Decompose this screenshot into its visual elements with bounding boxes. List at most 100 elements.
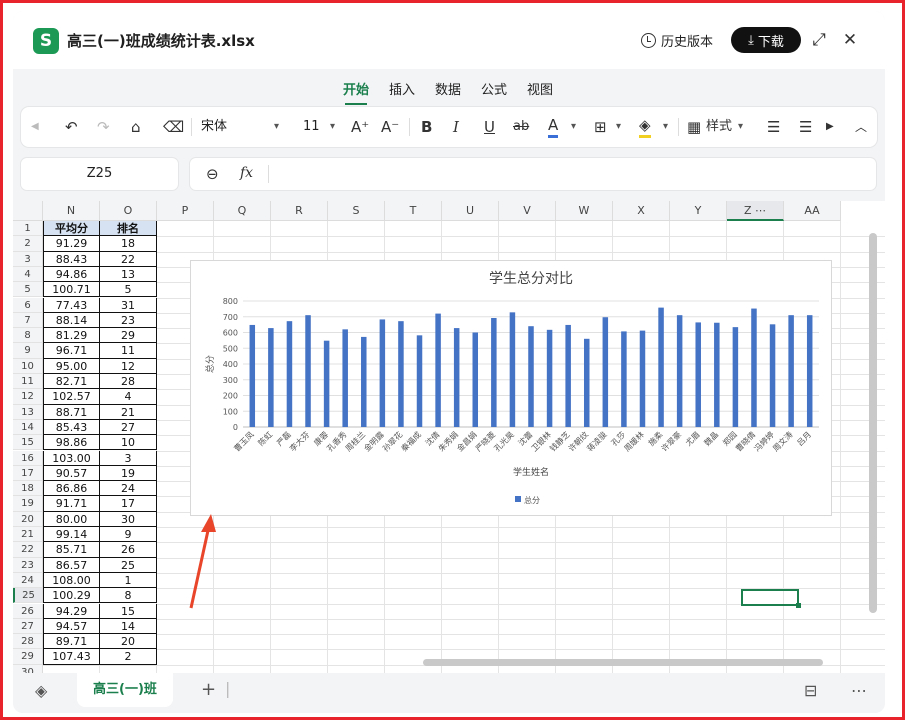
table-cell[interactable]: 17 bbox=[100, 496, 157, 512]
table-cell[interactable]: 28 bbox=[100, 374, 157, 390]
row-header-28[interactable]: 28 bbox=[13, 634, 43, 650]
table-cell[interactable]: 3 bbox=[100, 450, 157, 466]
formula-bar[interactable]: ⊖ fx bbox=[190, 158, 876, 190]
table-cell[interactable]: 9 bbox=[100, 527, 157, 543]
table-cell[interactable]: 27 bbox=[100, 419, 157, 436]
chevron-down-icon[interactable]: ▾ bbox=[663, 116, 668, 138]
row-header-2[interactable]: 2 bbox=[13, 236, 43, 252]
chevron-down-icon[interactable]: ▾ bbox=[616, 116, 621, 138]
table-cell[interactable]: 94.57 bbox=[43, 618, 100, 635]
row-header-11[interactable]: 11 bbox=[13, 374, 43, 390]
fx-icon[interactable]: fx bbox=[240, 165, 253, 181]
sheet-tab-active[interactable]: 高三(一)班 bbox=[77, 673, 173, 707]
table-cell[interactable]: 20 bbox=[100, 634, 157, 650]
column-header-r[interactable]: R bbox=[271, 201, 328, 221]
search-formula-icon[interactable]: ⊖ bbox=[206, 165, 219, 183]
tab-start[interactable]: 开始 bbox=[343, 79, 369, 105]
row-header-30[interactable]: 30 bbox=[13, 664, 43, 673]
table-cell[interactable]: 31 bbox=[100, 297, 157, 313]
table-cell[interactable]: 95.00 bbox=[43, 358, 100, 374]
table-cell[interactable]: 88.14 bbox=[43, 312, 100, 329]
table-cell[interactable]: 2 bbox=[100, 649, 157, 665]
table-cell[interactable]: 88.43 bbox=[43, 251, 100, 267]
increase-font-icon[interactable]: A⁺ bbox=[351, 116, 369, 138]
table-header-cell[interactable]: 排名 bbox=[100, 221, 157, 237]
align-left-icon[interactable]: ☰ bbox=[767, 116, 780, 138]
column-header-o[interactable]: O bbox=[100, 201, 157, 221]
chevron-down-icon[interactable]: ▾ bbox=[571, 116, 576, 138]
column-header-v[interactable]: V bbox=[499, 201, 556, 221]
table-cell[interactable]: 90.57 bbox=[43, 465, 100, 482]
horizontal-scrollbar[interactable] bbox=[423, 659, 823, 666]
table-cell[interactable]: 13 bbox=[100, 266, 157, 283]
font-color-icon[interactable]: A bbox=[548, 116, 559, 138]
row-header-29[interactable]: 29 bbox=[13, 649, 43, 665]
table-cell[interactable]: 25 bbox=[100, 557, 157, 573]
table-cell[interactable]: 1 bbox=[100, 572, 157, 589]
history-versions-button[interactable]: 历史版本 bbox=[641, 29, 713, 51]
row-header-15[interactable]: 15 bbox=[13, 435, 43, 451]
table-cell[interactable]: 91.71 bbox=[43, 496, 100, 512]
column-header-q[interactable]: Q bbox=[214, 201, 271, 221]
table-cell[interactable]: 94.86 bbox=[43, 266, 100, 283]
table-cell[interactable]: 99.14 bbox=[43, 527, 100, 543]
table-cell[interactable]: 85.43 bbox=[43, 419, 100, 436]
row-header-26[interactable]: 26 bbox=[13, 603, 43, 619]
table-cell[interactable]: 88.71 bbox=[43, 404, 100, 420]
italic-icon[interactable]: I bbox=[453, 116, 459, 138]
row-header-19[interactable]: 19 bbox=[13, 496, 43, 512]
table-cell[interactable]: 91.29 bbox=[43, 236, 100, 252]
scroll-right-icon[interactable]: ▶ bbox=[826, 116, 834, 138]
table-cell[interactable]: 85.71 bbox=[43, 542, 100, 558]
vertical-scrollbar[interactable] bbox=[869, 233, 877, 613]
table-cell[interactable]: 30 bbox=[100, 511, 157, 527]
column-header-x[interactable]: X bbox=[613, 201, 670, 221]
table-cell[interactable]: 12 bbox=[100, 358, 157, 374]
table-header-cell[interactable]: 平均分 bbox=[43, 221, 100, 237]
table-cell[interactable]: 94.29 bbox=[43, 603, 100, 619]
row-header-25[interactable]: 25 bbox=[13, 588, 43, 604]
row-header-20[interactable]: 20 bbox=[13, 511, 43, 527]
table-cell[interactable]: 22 bbox=[100, 251, 157, 267]
row-header-16[interactable]: 16 bbox=[13, 450, 43, 466]
add-sheet-icon[interactable]: + bbox=[201, 679, 216, 700]
table-cell[interactable]: 24 bbox=[100, 481, 157, 497]
tab-data[interactable]: 数据 bbox=[435, 79, 461, 98]
column-header-aa[interactable]: AA bbox=[784, 201, 841, 221]
table-cell[interactable]: 107.43 bbox=[43, 649, 100, 665]
scroll-left-icon[interactable]: ◀ bbox=[31, 116, 39, 138]
table-cell[interactable]: 8 bbox=[100, 588, 157, 604]
style-icon[interactable]: ▦ bbox=[687, 116, 701, 138]
sidebar-toggle-icon[interactable]: ⊟ bbox=[804, 681, 817, 700]
table-cell[interactable]: 10 bbox=[100, 435, 157, 451]
table-cell[interactable]: 102.57 bbox=[43, 389, 100, 405]
row-header-17[interactable]: 17 bbox=[13, 465, 43, 482]
row-header-3[interactable]: 3 bbox=[13, 251, 43, 267]
table-cell[interactable]: 18 bbox=[100, 236, 157, 252]
expand-icon[interactable]: ⤢ bbox=[808, 29, 830, 51]
row-header-13[interactable]: 13 bbox=[13, 404, 43, 420]
fill-color-icon[interactable]: ◈ bbox=[639, 116, 651, 138]
table-cell[interactable]: 4 bbox=[100, 389, 157, 405]
row-header-8[interactable]: 8 bbox=[13, 328, 43, 344]
column-header-z[interactable]: Z ⋯ bbox=[727, 201, 784, 221]
border-icon[interactable]: ⊞ bbox=[594, 116, 607, 138]
spreadsheet-grid[interactable]: NOPQRSTUVWXYZ ⋯ AA 1 2 3 4 5 6 7 8 9 10 11 12 13 14 15 16… bbox=[13, 201, 885, 673]
column-header-y[interactable]: Y bbox=[670, 201, 727, 221]
underline-icon[interactable]: U bbox=[484, 116, 495, 138]
row-header-21[interactable]: 21 bbox=[13, 527, 43, 543]
sheets-list-icon[interactable]: ◈ bbox=[35, 681, 47, 700]
column-header-t[interactable]: T bbox=[385, 201, 442, 221]
row-header-22[interactable]: 22 bbox=[13, 542, 43, 558]
tab-view[interactable]: 视图 bbox=[527, 79, 553, 98]
table-cell[interactable]: 19 bbox=[100, 465, 157, 482]
chevron-down-icon[interactable]: ▾ bbox=[738, 116, 743, 138]
table-cell[interactable]: 98.86 bbox=[43, 435, 100, 451]
more-options-icon[interactable]: ⋯ bbox=[851, 681, 867, 700]
select-all-corner[interactable] bbox=[13, 201, 43, 221]
table-cell[interactable]: 11 bbox=[100, 343, 157, 359]
eraser-icon[interactable]: ⌫ bbox=[163, 116, 184, 138]
table-cell[interactable]: 77.43 bbox=[43, 297, 100, 313]
undo-icon[interactable]: ↶ bbox=[65, 116, 78, 138]
row-header-12[interactable]: 12 bbox=[13, 389, 43, 405]
